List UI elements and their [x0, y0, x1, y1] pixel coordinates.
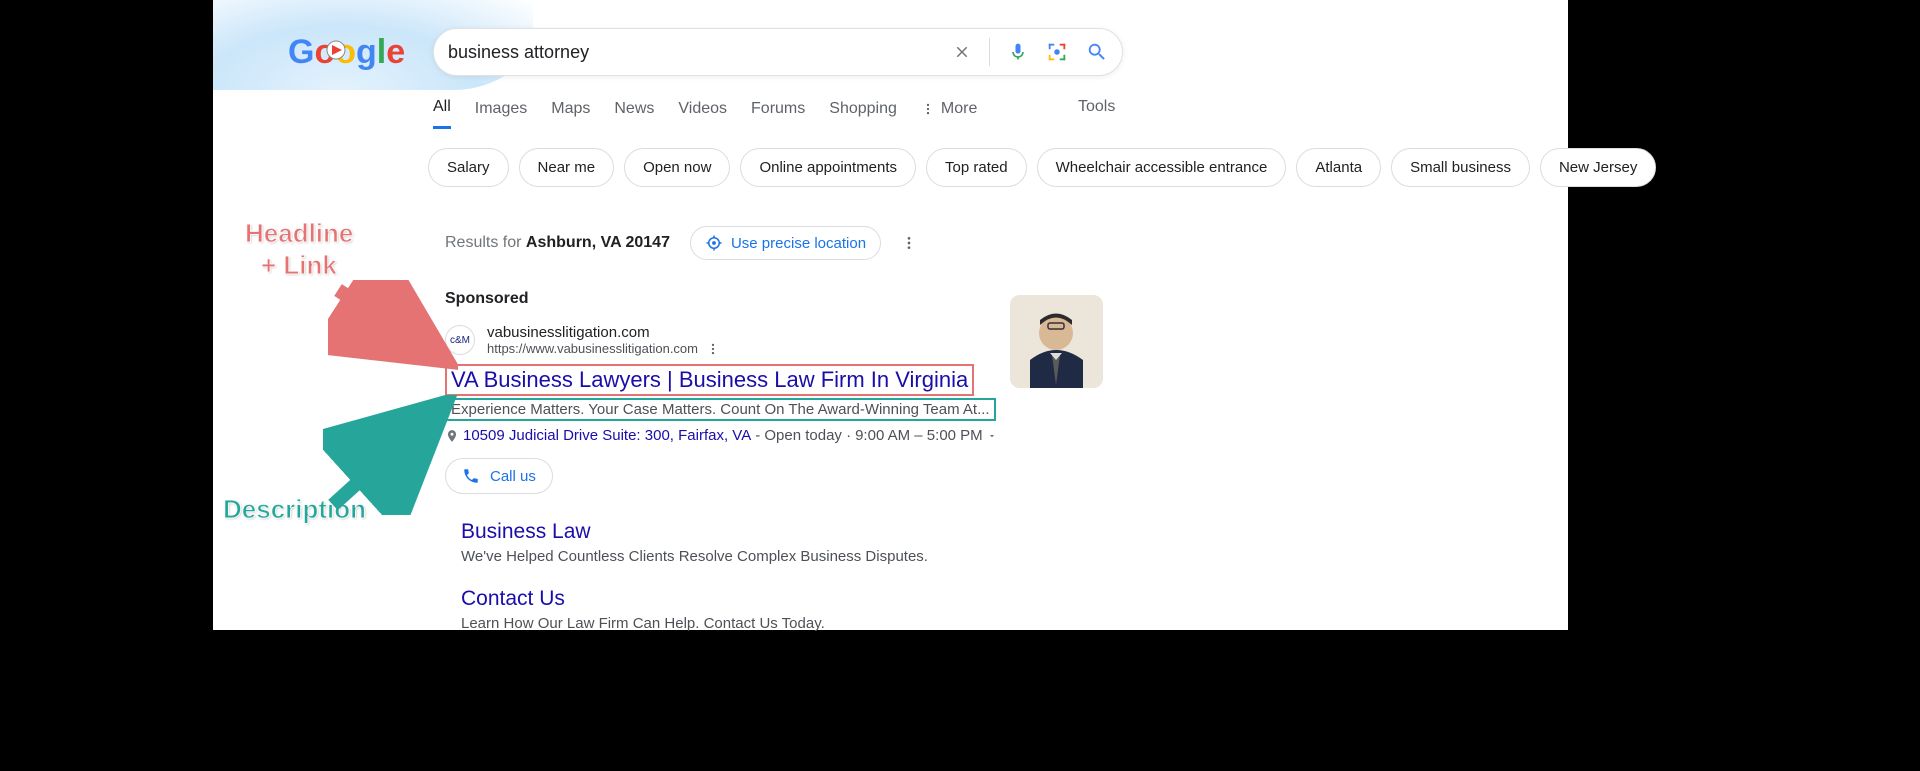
google-logo[interactable]: Google [288, 28, 418, 78]
target-icon [705, 234, 723, 252]
ad-url-text: https://www.vabusinesslitigation.com [487, 341, 698, 356]
location-place: Ashburn, VA 20147 [526, 234, 670, 251]
sublink-contact-us: Contact Us Learn How Our Law Firm Can He… [461, 587, 1165, 632]
lens-icon[interactable] [1046, 41, 1068, 63]
svg-text:Google: Google [288, 33, 405, 71]
ad-sublinks: Business Law We've Helped Countless Clie… [461, 520, 1165, 632]
chip-top-rated[interactable]: Top rated [926, 148, 1027, 187]
sublink-business-law: Business Law We've Helped Countless Clie… [461, 520, 1165, 565]
location-row: Results for Ashburn, VA 20147 Use precis… [445, 226, 1165, 260]
search-bar[interactable] [433, 28, 1123, 76]
mic-icon[interactable] [1008, 42, 1028, 62]
chip-small-business[interactable]: Small business [1391, 148, 1530, 187]
tab-forums[interactable]: Forums [751, 100, 805, 128]
ad-hours-prefix: - Open today · [755, 427, 851, 444]
separator [989, 38, 990, 66]
arrow-green-icon [323, 395, 458, 515]
ad-thumbnail[interactable] [1010, 295, 1103, 388]
arrow-red-icon [328, 280, 458, 375]
ad-hours: 9:00 AM – 5:00 PM [855, 427, 983, 444]
ad-address-link[interactable]: 10509 Judicial Drive Suite: 300, Fairfax… [463, 427, 751, 444]
dropdown-icon[interactable] [987, 431, 997, 441]
more-label: More [941, 100, 977, 118]
tab-all[interactable]: All [433, 98, 451, 129]
tab-images[interactable]: Images [475, 100, 527, 128]
search-input[interactable] [448, 42, 953, 63]
location-text: Results for Ashburn, VA 20147 [445, 234, 670, 252]
tab-news[interactable]: News [614, 100, 654, 128]
sublink-desc: Learn How Our Law Firm Can Help. Contact… [461, 615, 1165, 632]
ad-site-name: vabusinesslitigation.com [487, 324, 720, 341]
location-more-icon[interactable] [901, 235, 917, 251]
tab-maps[interactable]: Maps [551, 100, 590, 128]
search-icon[interactable] [1086, 41, 1108, 63]
use-precise-location-button[interactable]: Use precise location [690, 226, 881, 260]
more-dots-icon [921, 102, 935, 116]
precise-label: Use precise location [731, 235, 866, 252]
tab-shopping[interactable]: Shopping [829, 100, 897, 128]
call-label: Call us [490, 468, 536, 485]
sublink-title[interactable]: Business Law [461, 520, 1165, 544]
ad-more-icon[interactable] [706, 342, 720, 356]
tab-more[interactable]: More [921, 100, 977, 128]
annotation-link: + Link [261, 250, 337, 281]
ad-headline-link[interactable]: VA Business Lawyers | Business Law Firm … [445, 364, 974, 396]
search-tabs: All Images Maps News Videos Forums Shopp… [433, 98, 977, 129]
chip-wheelchair[interactable]: Wheelchair accessible entrance [1037, 148, 1287, 187]
results-column: Results for Ashburn, VA 20147 Use precis… [445, 226, 1165, 654]
ad-description: Experience Matters. Your Case Matters. C… [445, 398, 996, 421]
ad-site-url: https://www.vabusinesslitigation.com [487, 341, 720, 356]
chip-atlanta[interactable]: Atlanta [1296, 148, 1381, 187]
sublink-title[interactable]: Contact Us [461, 587, 1165, 611]
location-prefix: Results for [445, 234, 526, 251]
sublink-desc: We've Helped Countless Clients Resolve C… [461, 548, 1165, 565]
phone-icon [462, 467, 480, 485]
clear-icon[interactable] [953, 43, 971, 61]
call-us-button[interactable]: Call us [445, 458, 553, 494]
tools-button[interactable]: Tools [1078, 98, 1115, 116]
filter-chips: Salary Near me Open now Online appointme… [428, 148, 1656, 187]
chip-online-appointments[interactable]: Online appointments [740, 148, 916, 187]
page-content: Google All Images Maps News [213, 0, 1568, 630]
tab-videos[interactable]: Videos [678, 100, 727, 128]
chip-open-now[interactable]: Open now [624, 148, 730, 187]
ad-address-row: 10509 Judicial Drive Suite: 300, Fairfax… [445, 427, 1165, 444]
chip-near-me[interactable]: Near me [519, 148, 615, 187]
annotation-headline: Headline [245, 218, 353, 249]
chip-new-jersey[interactable]: New Jersey [1540, 148, 1656, 187]
chip-salary[interactable]: Salary [428, 148, 509, 187]
